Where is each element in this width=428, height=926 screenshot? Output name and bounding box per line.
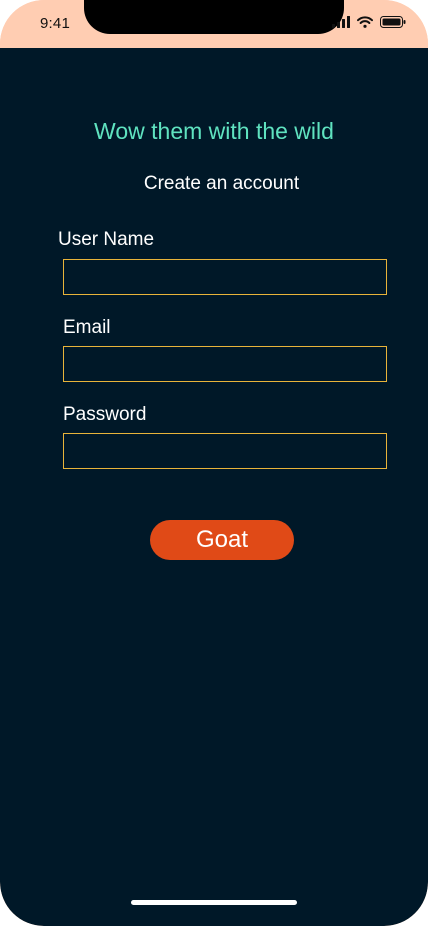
battery-icon: [380, 15, 406, 33]
username-label: User Name: [58, 229, 155, 250]
username-field[interactable]: [63, 259, 387, 295]
submit-button[interactable]: Goat: [150, 520, 294, 560]
page-title: Wow them with the wild: [94, 118, 334, 144]
signal-icon: [332, 15, 350, 33]
password-label: Password: [63, 404, 147, 425]
phone-frame: 9:41 Wow them with the wild Create an ac…: [0, 0, 428, 926]
signup-screen: Wow them with the wild Create an account…: [0, 48, 428, 926]
device-notch: [84, 0, 344, 34]
home-indicator[interactable]: [131, 900, 297, 905]
email-label: Email: [63, 317, 111, 338]
status-bar: 9:41: [0, 0, 428, 48]
wifi-icon: [357, 15, 373, 33]
page-subtitle: Create an account: [143, 173, 300, 194]
status-icons: [332, 15, 406, 33]
password-field[interactable]: [63, 433, 387, 469]
email-field[interactable]: [63, 346, 387, 382]
status-time: 9:41: [40, 15, 70, 32]
